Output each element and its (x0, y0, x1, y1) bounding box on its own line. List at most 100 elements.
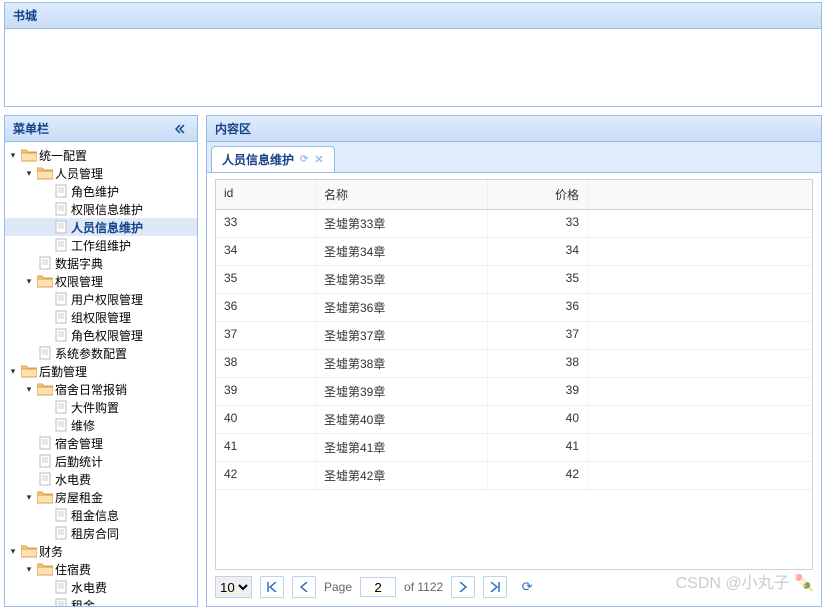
reload-icon[interactable]: ⟳ (515, 576, 539, 598)
collapse-sidebar-icon[interactable] (175, 122, 189, 136)
cell-price: 38 (488, 350, 588, 377)
page-size-select[interactable]: 10 (215, 576, 252, 598)
tree-label: 角色维护 (71, 183, 119, 200)
file-icon (53, 201, 69, 217)
collapse-icon[interactable]: ▾ (5, 146, 21, 164)
file-icon (53, 507, 69, 523)
tree-node[interactable]: 租金信息 (5, 506, 197, 524)
tree-node[interactable]: 角色维护 (5, 182, 197, 200)
collapse-icon[interactable]: ▾ (21, 488, 37, 506)
tree-label: 宿舍管理 (55, 435, 103, 452)
tree-node[interactable]: ▾后勤管理 (5, 362, 197, 380)
tree-label: 租房合同 (71, 525, 119, 542)
tree-node[interactable]: 人员信息维护 (5, 218, 197, 236)
col-id[interactable]: id (216, 180, 316, 209)
cell-id: 33 (216, 210, 316, 237)
col-price[interactable]: 价格 (488, 180, 588, 209)
table-row[interactable]: 38圣墟第38章38 (216, 350, 812, 378)
file-icon (37, 435, 53, 451)
close-tab-icon[interactable]: ✕ (314, 153, 323, 166)
tree-node[interactable]: 维修 (5, 416, 197, 434)
tree-node[interactable]: 水电费 (5, 578, 197, 596)
tree-node[interactable]: ▾ 房屋租金 (5, 488, 197, 506)
file-icon (53, 525, 69, 541)
file-icon (53, 219, 69, 235)
page-total: of 1122 (404, 580, 443, 594)
table-row[interactable]: 35圣墟第35章35 (216, 266, 812, 294)
tree-node[interactable]: 租金 (5, 596, 197, 606)
sidebar-panel: 菜单栏 ▾统一配置▾人员管理角色维护权限信息维护人员信息维护工作组维护数据字典▾… (4, 115, 198, 607)
folder-open-icon (37, 165, 53, 181)
tree-label: 租金信息 (71, 507, 119, 524)
cell-id: 34 (216, 238, 316, 265)
folder-open-icon (37, 561, 53, 577)
col-name[interactable]: 名称 (316, 180, 488, 209)
tree-node[interactable]: 权限信息维护 (5, 200, 197, 218)
tree-node[interactable]: ▾人员管理 (5, 164, 197, 182)
tree-label: 权限信息维护 (71, 201, 143, 218)
collapse-icon[interactable]: ▾ (21, 380, 37, 398)
cell-name: 圣墟第37章 (316, 322, 488, 349)
tree-node[interactable]: 后勤统计 (5, 452, 197, 470)
tree-label: 角色权限管理 (71, 327, 143, 344)
collapse-icon[interactable]: ▾ (21, 560, 37, 578)
table-row[interactable]: 39圣墟第39章39 (216, 378, 812, 406)
tree-node[interactable]: 工作组维护 (5, 236, 197, 254)
tab-strip: 人员信息维护 ⟳ ✕ (207, 142, 821, 173)
sidebar-title: 菜单栏 (13, 120, 49, 137)
tree-label: 房屋租金 (55, 489, 103, 506)
collapse-icon[interactable]: ▾ (5, 542, 21, 560)
tab-active[interactable]: 人员信息维护 ⟳ ✕ (211, 146, 335, 172)
collapse-icon[interactable]: ▾ (21, 164, 37, 182)
cell-name: 圣墟第39章 (316, 378, 488, 405)
refresh-icon[interactable]: ⟳ (300, 154, 308, 165)
tree-node[interactable]: 数据字典 (5, 254, 197, 272)
cell-id: 35 (216, 266, 316, 293)
prev-page-icon[interactable] (292, 576, 316, 598)
cell-price: 33 (488, 210, 588, 237)
next-page-icon[interactable] (451, 576, 475, 598)
table-row[interactable]: 42圣墟第42章42 (216, 462, 812, 490)
tree-node[interactable]: 水电费 (5, 470, 197, 488)
tree-node[interactable]: 大件购置 (5, 398, 197, 416)
first-page-icon[interactable] (260, 576, 284, 598)
tree-node[interactable]: 用户权限管理 (5, 290, 197, 308)
folder-open-icon (37, 381, 53, 397)
tree-node[interactable]: ▾统一配置 (5, 146, 197, 164)
tree-label: 大件购置 (71, 399, 119, 416)
table-row[interactable]: 36圣墟第36章36 (216, 294, 812, 322)
tree-node[interactable]: ▾财务 (5, 542, 197, 560)
tree-node[interactable]: 角色权限管理 (5, 326, 197, 344)
file-icon (53, 399, 69, 415)
tree-label: 水电费 (71, 579, 107, 596)
tree-label: 系统参数配置 (55, 345, 127, 362)
file-icon (53, 327, 69, 343)
content-header: 内容区 (207, 116, 821, 142)
tree-node[interactable]: ▾权限管理 (5, 272, 197, 290)
tree-label: 数据字典 (55, 255, 103, 272)
tree-label: 人员信息维护 (71, 219, 143, 236)
table-row[interactable]: 34圣墟第34章34 (216, 238, 812, 266)
table-row[interactable]: 33圣墟第33章33 (216, 210, 812, 238)
cell-name: 圣墟第36章 (316, 294, 488, 321)
table-row[interactable]: 41圣墟第41章41 (216, 434, 812, 462)
tree-node[interactable]: 宿舍管理 (5, 434, 197, 452)
table-row[interactable]: 37圣墟第37章37 (216, 322, 812, 350)
file-icon (53, 309, 69, 325)
tree[interactable]: ▾统一配置▾人员管理角色维护权限信息维护人员信息维护工作组维护数据字典▾权限管理… (5, 142, 197, 606)
tree-label: 水电费 (55, 471, 91, 488)
table-row[interactable]: 40圣墟第40章40 (216, 406, 812, 434)
tree-node[interactable]: 系统参数配置 (5, 344, 197, 362)
tree-label: 工作组维护 (71, 237, 131, 254)
cell-name: 圣墟第41章 (316, 434, 488, 461)
tree-node[interactable]: 组权限管理 (5, 308, 197, 326)
tree-node[interactable]: 租房合同 (5, 524, 197, 542)
folder-open-icon (21, 147, 37, 163)
tree-node[interactable]: ▾宿舍日常报销 (5, 380, 197, 398)
collapse-icon[interactable]: ▾ (5, 362, 21, 380)
last-page-icon[interactable] (483, 576, 507, 598)
collapse-icon[interactable]: ▾ (21, 272, 37, 290)
tree-node[interactable]: ▾住宿费 (5, 560, 197, 578)
page-input[interactable] (360, 577, 396, 597)
tree-label: 租金 (71, 597, 95, 607)
